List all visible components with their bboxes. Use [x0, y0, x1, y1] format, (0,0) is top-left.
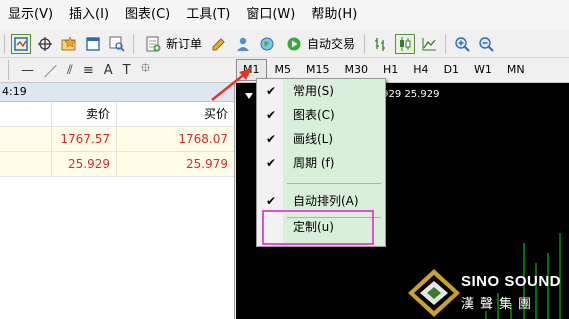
check-icon: ✔ — [266, 132, 277, 146]
new-order-button[interactable]: 新订单 — [140, 33, 205, 55]
check-icon: ✔ — [266, 108, 277, 122]
toolbar-separator — [4, 33, 5, 54]
menu-bar: 显示(V) 插入(I) 图表(C) 工具(T) 窗口(W) 帮助(H) — [0, 0, 569, 31]
menu-item-customize[interactable]: 定制(u) — [257, 215, 385, 239]
bid-cell: 1767.57 — [52, 127, 117, 151]
menu-item-label: 周期 (f) — [293, 156, 335, 170]
menu-item-label: 图表(C) — [293, 108, 335, 122]
menu-item-charts[interactable]: ✔ 图表(C) — [257, 103, 385, 127]
globe-icon[interactable] — [257, 34, 277, 54]
draw-tools: — ／ ⫽ ≡ A T ⯐ — [0, 59, 232, 81]
table-header-row: 卖价 买价 — [0, 102, 234, 127]
logo-chinese-text: 漢聲集團 — [461, 297, 538, 312]
menu-item-label: 定制(u) — [293, 220, 334, 234]
check-icon: ✔ — [266, 194, 277, 208]
zoom-out-icon[interactable] — [476, 34, 496, 54]
fibo-tool-icon[interactable]: ≡ — [83, 63, 94, 78]
new-order-label: 新订单 — [166, 37, 203, 51]
hline-tool-icon[interactable]: — — [21, 63, 34, 78]
column-header-symbol[interactable] — [0, 102, 52, 126]
market-watch-table: 卖价 买价 1767.57 1768.07 25.929 25.979 — [0, 102, 234, 177]
profile-icon[interactable] — [11, 33, 31, 54]
ask-cell: 25.979 — [186, 157, 228, 171]
zoom-in-icon[interactable] — [452, 34, 472, 54]
new-order-icon — [143, 34, 163, 54]
menu-window[interactable]: 窗口(W) — [238, 0, 303, 30]
market-watch-panel: 4:19 卖价 买价 1767.57 1768.07 25.929 25.979 — [0, 83, 235, 319]
menu-item-label: 自动排列(A) — [293, 194, 359, 208]
menu-help[interactable]: 帮助(H) — [303, 0, 365, 30]
menu-view[interactable]: 显示(V) — [0, 0, 61, 30]
toolbars-context-menu: ✔ 常用(S) ✔ 图表(C) ✔ 画线(L) ✔ 周期 (f) ✔ 自动排列(… — [256, 78, 386, 247]
toolbar-separator — [445, 33, 447, 54]
logo-brand-text: SINO SOUND — [461, 273, 562, 290]
menu-item-auto-arrange[interactable]: ✔ 自动排列(A) — [257, 189, 385, 213]
market-watch-header: 4:19 — [0, 83, 234, 102]
pencil-icon[interactable] — [209, 34, 229, 54]
column-header-ask[interactable]: 买价 — [117, 102, 234, 126]
sino-sound-logo-icon — [408, 269, 460, 317]
bid-cell: 25.929 — [52, 152, 117, 176]
toolbar-separator — [133, 33, 134, 54]
toolbar-separator — [364, 33, 366, 54]
menu-item-label: 常用(S) — [293, 84, 334, 98]
auto-trade-icon — [284, 34, 304, 54]
menu-charts[interactable]: 图表(C) — [117, 0, 178, 30]
timeframe-h4[interactable]: H4 — [406, 59, 435, 81]
menu-insert[interactable]: 插入(I) — [61, 0, 117, 30]
timeframe-w1[interactable]: W1 — [467, 59, 499, 81]
check-icon: ✔ — [266, 156, 277, 170]
symbol-cell — [0, 152, 52, 176]
ask-cell: 1768.07 — [178, 132, 228, 146]
table-row[interactable]: 25.929 25.979 — [0, 152, 234, 177]
bar-chart-icon[interactable] — [371, 34, 391, 54]
auto-trade-button[interactable]: 自动交易 — [281, 33, 358, 55]
timeframe-d1[interactable]: D1 — [437, 59, 466, 81]
candle-chart-icon[interactable] — [395, 33, 416, 54]
standard-toolbar: 新订单 自动交易 — [0, 30, 569, 58]
menu-tools[interactable]: 工具(T) — [178, 0, 238, 30]
toolbar-separator — [8, 60, 9, 80]
menu-separator — [287, 183, 381, 184]
arrows-tool-icon[interactable]: ⯐ — [141, 59, 151, 81]
symbol-cell — [0, 127, 52, 151]
annotation-arrow-icon — [211, 68, 252, 101]
favorites-icon[interactable] — [59, 34, 79, 54]
label-tool-icon[interactable]: T — [123, 63, 131, 78]
menu-item-label: 画线(L) — [293, 132, 334, 146]
check-icon: ✔ — [266, 84, 277, 98]
column-header-bid[interactable]: 卖价 — [52, 102, 117, 126]
text-tool-icon[interactable]: A — [104, 63, 113, 78]
trendline-tool-icon[interactable]: ／ — [44, 61, 57, 80]
table-row[interactable]: 1767.57 1768.07 — [0, 127, 234, 152]
channel-tool-icon[interactable]: ⫽ — [67, 63, 73, 78]
menu-item-periodicity[interactable]: ✔ 周期 (f) — [257, 151, 385, 175]
menu-item-line-studies[interactable]: ✔ 画线(L) — [257, 127, 385, 151]
crosshair-icon[interactable] — [35, 34, 55, 54]
menu-item-standard[interactable]: ✔ 常用(S) — [257, 79, 385, 103]
zoom-chart-icon[interactable] — [107, 34, 127, 54]
user-icon[interactable] — [233, 34, 253, 54]
auto-trade-label: 自动交易 — [307, 37, 356, 51]
timeframe-mn[interactable]: MN — [500, 59, 532, 81]
line-chart-icon[interactable] — [419, 34, 439, 54]
window-icon[interactable] — [83, 34, 103, 54]
